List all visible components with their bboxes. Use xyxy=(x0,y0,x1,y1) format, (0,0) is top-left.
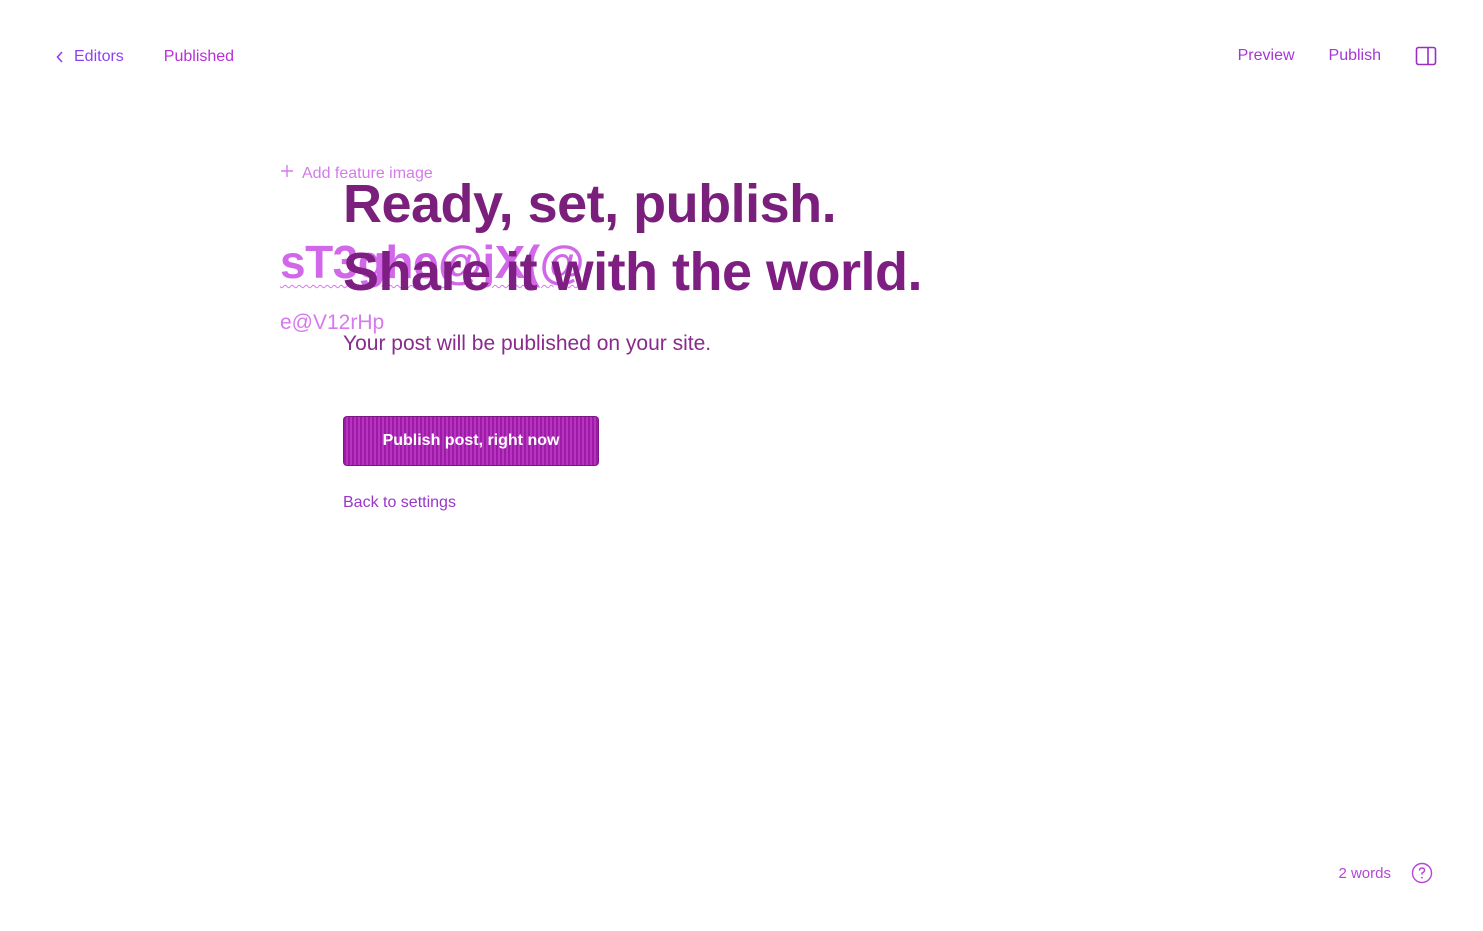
post-status: Published xyxy=(163,48,235,65)
confirm-publish-button[interactable]: Publish post, right now xyxy=(343,416,599,466)
publish-subline: Your post will be published on your site… xyxy=(343,332,712,355)
publish-headline: Ready, set, publish. Share it with the w… xyxy=(343,170,923,306)
back-to-settings-link[interactable]: Back to settings xyxy=(343,494,922,512)
publish-button[interactable]: Publish xyxy=(1329,47,1381,65)
back-label: Editors xyxy=(74,48,124,65)
chevron-left-icon xyxy=(56,51,64,63)
headline-line-2: Share it with the world. xyxy=(343,242,923,302)
publish-page: Editors Published Preview Publish Add fe… xyxy=(0,0,1483,931)
preview-button[interactable]: Preview xyxy=(1238,47,1295,65)
word-count: 2 words xyxy=(1338,864,1391,882)
editor-footer: 2 words xyxy=(1338,862,1433,884)
help-icon[interactable] xyxy=(1411,862,1433,884)
sidebar-toggle-icon[interactable] xyxy=(1415,46,1437,66)
publish-flow: Ready, set, publish. Share it with the w… xyxy=(343,170,923,512)
headline-line-1: Ready, set, publish. xyxy=(343,174,837,234)
topbar-left: Editors Published xyxy=(56,48,234,66)
topbar-right: Preview Publish xyxy=(1238,46,1437,66)
plus-icon xyxy=(280,164,294,183)
back-to-editors-link[interactable]: Editors xyxy=(56,48,124,66)
